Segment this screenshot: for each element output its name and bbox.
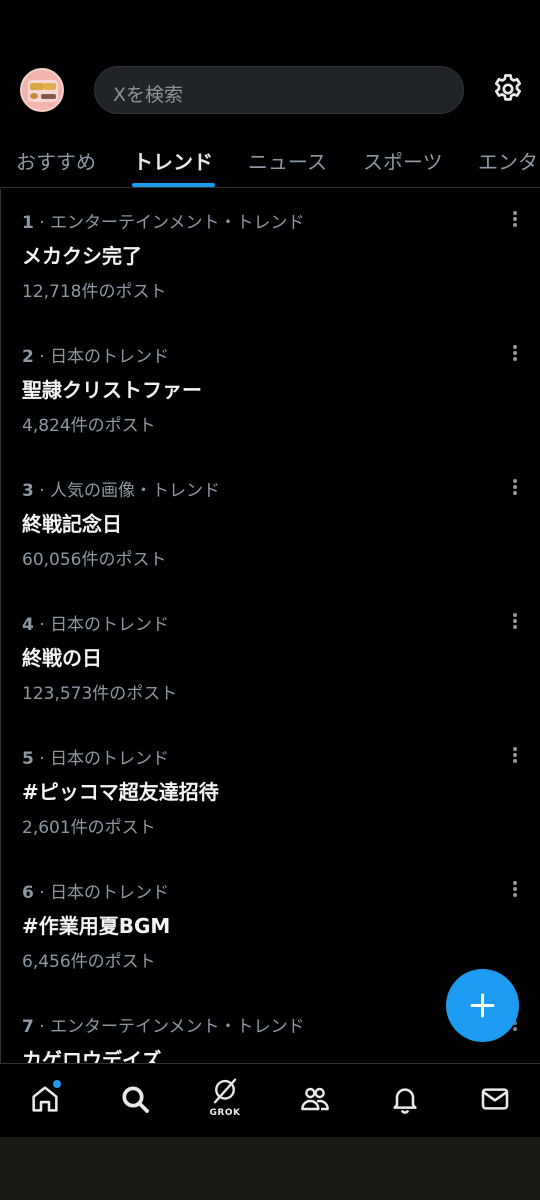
more-options-button[interactable]: [501, 341, 529, 369]
tab-recommended[interactable]: おすすめ: [16, 146, 96, 175]
trend-post-count: 6,456件のポスト: [22, 952, 156, 972]
trend-post-count: 2,601件のポスト: [22, 818, 156, 838]
avatar-detail: [44, 83, 56, 90]
avatar-detail: [30, 93, 38, 99]
more-options-button[interactable]: [501, 743, 529, 771]
nav-notifications[interactable]: [360, 1064, 450, 1138]
trend-rank: 4: [22, 615, 34, 635]
trend-name: カゲロウデイズ: [22, 1048, 162, 1063]
tab-news[interactable]: ニュース: [248, 146, 327, 175]
trend-meta: 3 · 人気の画像・トレンド: [22, 481, 221, 501]
trend-category: エンターテインメント・トレンド: [50, 1017, 305, 1037]
nav-grok[interactable]: GROK: [180, 1064, 270, 1138]
grok-icon: [213, 1078, 237, 1104]
nav-home[interactable]: [0, 1064, 90, 1138]
more-options-button[interactable]: [501, 475, 529, 503]
trend-name: 終戦の日: [22, 646, 102, 670]
trend-category: 日本のトレンド: [50, 347, 170, 367]
tab-entertainment[interactable]: エンタ: [478, 146, 538, 175]
trend-category: エンターテインメント・トレンド: [50, 213, 305, 233]
avatar[interactable]: [20, 68, 64, 112]
trend-meta: 4 · 日本のトレンド: [22, 615, 170, 635]
trend-name: 聖隷クリストファー: [22, 378, 202, 402]
bottom-nav: GROK: [0, 1063, 540, 1137]
search-input[interactable]: Xを検索: [94, 66, 464, 114]
nav-messages[interactable]: [450, 1064, 540, 1138]
active-tab-indicator: [132, 183, 215, 187]
notifications-icon: [393, 1088, 417, 1114]
notification-dot: [53, 1080, 61, 1088]
trend-item[interactable]: 3 · 人気の画像・トレンド 終戦記念日 60,056件のポスト: [1, 457, 540, 591]
grok-label: GROK: [209, 1108, 241, 1118]
trend-name: #ピッコマ超友達招待: [22, 780, 219, 804]
trend-rank: 3: [22, 481, 34, 501]
trend-category: 日本のトレンド: [50, 749, 170, 769]
trend-meta: 5 · 日本のトレンド: [22, 749, 170, 769]
trend-rank: 6: [22, 883, 34, 903]
trend-name: #作業用夏BGM: [22, 914, 171, 938]
more-options-button[interactable]: [501, 877, 529, 905]
trend-rank: 5: [22, 749, 34, 769]
more-options-button[interactable]: [501, 609, 529, 637]
trend-name: 終戦記念日: [22, 512, 122, 536]
trend-rank: 1: [22, 213, 34, 233]
avatar-detail: [41, 94, 56, 99]
explore-tabs: おすすめ トレンド ニュース スポーツ エンタ: [0, 136, 540, 188]
trend-rank: 7: [22, 1017, 34, 1037]
trend-item[interactable]: 4 · 日本のトレンド 終戦の日 123,573件のポスト: [1, 591, 540, 725]
app-root: Xを検索 おすすめ トレンド ニュース スポーツ エンタ 1 · エンターテイン…: [0, 0, 540, 1200]
avatar-detail: [30, 83, 44, 90]
trend-name: メカクシ完了: [22, 244, 142, 268]
trend-meta: 1 · エンターテインメント・トレンド: [22, 213, 305, 233]
trend-meta: 7 · エンターテインメント・トレンド: [22, 1017, 305, 1037]
nav-communities[interactable]: [270, 1064, 360, 1138]
tab-sports[interactable]: スポーツ: [363, 146, 443, 175]
trend-meta: 2 · 日本のトレンド: [22, 347, 170, 367]
trend-category: 日本のトレンド: [50, 883, 170, 903]
compose-post-button[interactable]: [446, 969, 519, 1042]
communities-icon: [301, 1087, 329, 1111]
trend-category: 人気の画像・トレンド: [50, 481, 221, 501]
system-navigation-bar: [0, 1137, 540, 1200]
more-options-button[interactable]: [501, 207, 529, 235]
gear-icon: [494, 74, 522, 101]
trend-post-count: 12,718件のポスト: [22, 282, 167, 302]
trend-post-count: 60,056件のポスト: [22, 550, 167, 570]
nav-search[interactable]: [90, 1064, 180, 1138]
top-header: Xを検索: [0, 60, 540, 120]
plus-icon: [470, 993, 495, 1018]
search-placeholder: Xを検索: [113, 84, 184, 106]
trend-rank: 2: [22, 347, 34, 367]
trend-item[interactable]: 1 · エンターテインメント・トレンド メカクシ完了 12,718件のポスト: [1, 189, 540, 323]
trend-post-count: 4,824件のポスト: [22, 416, 156, 436]
trend-post-count: 123,573件のポスト: [22, 684, 178, 704]
search-icon: [122, 1086, 149, 1113]
settings-button[interactable]: [490, 71, 526, 107]
tab-trending[interactable]: トレンド: [133, 146, 213, 175]
trend-meta: 6 · 日本のトレンド: [22, 883, 170, 903]
trend-list: 1 · エンターテインメント・トレンド メカクシ完了 12,718件のポスト 2…: [0, 189, 540, 1063]
trend-item[interactable]: 2 · 日本のトレンド 聖隷クリストファー 4,824件のポスト: [1, 323, 540, 457]
trend-item[interactable]: 5 · 日本のトレンド #ピッコマ超友達招待 2,601件のポスト: [1, 725, 540, 859]
trend-category: 日本のトレンド: [50, 615, 170, 635]
messages-icon: [481, 1088, 509, 1110]
